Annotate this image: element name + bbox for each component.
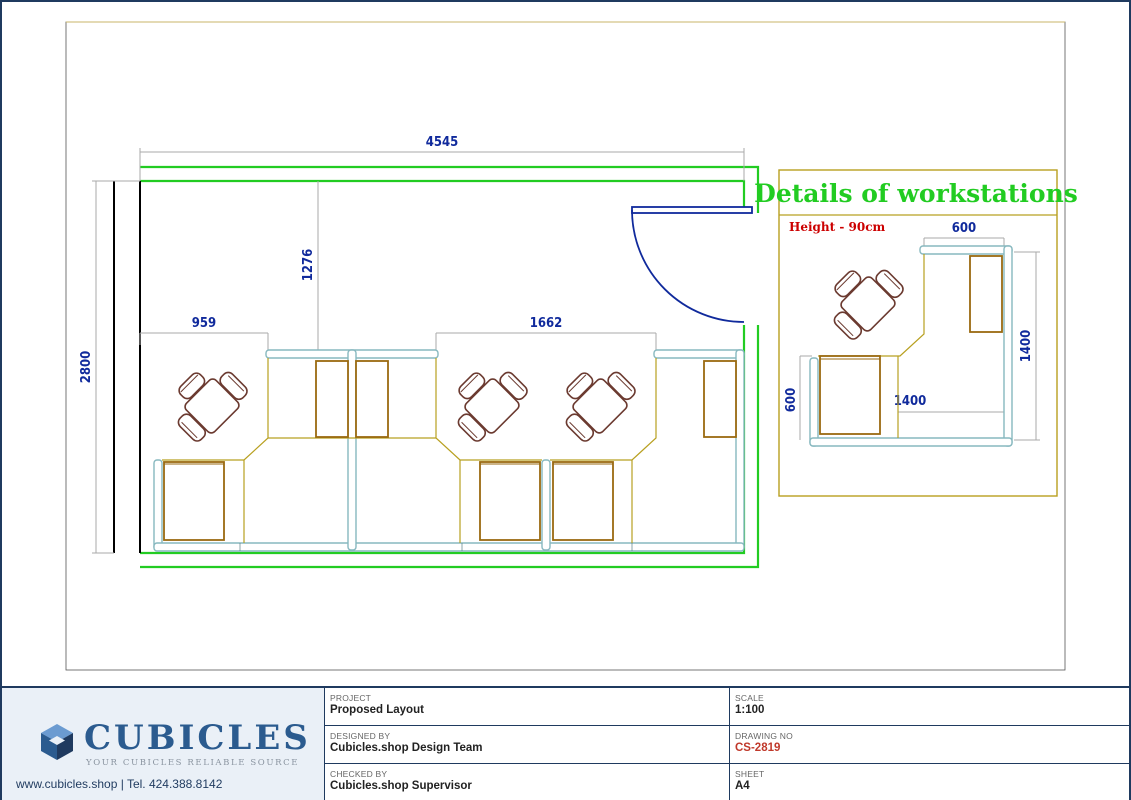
room-walls xyxy=(140,165,760,569)
checked-cell: CHECKED BY Cubicles.shop Supervisor xyxy=(324,764,729,800)
drawing-no-value: CS-2819 xyxy=(735,742,781,754)
scale-value: 1:100 xyxy=(735,704,765,716)
detail-dim-bottom: 1400 xyxy=(894,394,927,409)
detail-box xyxy=(778,169,1058,497)
drawing-no-label: DRAWING NO xyxy=(735,731,793,741)
door xyxy=(631,206,753,323)
floor-plan-drawing: 4545 2800 1276 959 1662 Details of works… xyxy=(65,21,1078,671)
brand-tagline: YOUR CUBICLES RELIABLE SOURCE xyxy=(86,758,300,768)
dim-left-desk: 959 xyxy=(192,316,216,331)
detail-dim-right: 1400 xyxy=(1019,330,1034,363)
drawing-no-cell: DRAWING NO CS-2819 xyxy=(729,726,1129,764)
scale-cell: SCALE 1:100 xyxy=(729,688,1129,726)
left-wall xyxy=(113,181,141,553)
sheet-value: A4 xyxy=(735,780,750,792)
project-value: Proposed Layout xyxy=(330,704,424,716)
designed-cell: DESIGNED BY Cubicles.shop Design Team xyxy=(324,726,729,764)
brand-contact: www.cubicles.shop | Tel. 424.388.8142 xyxy=(16,777,223,791)
designed-label: DESIGNED BY xyxy=(330,731,391,741)
sheet-label: SHEET xyxy=(735,769,765,779)
height-note: Height - 90cm xyxy=(789,220,886,234)
dim-total-width: 4545 xyxy=(426,135,459,150)
sheet-cell: SHEET A4 xyxy=(729,764,1129,800)
detail-dim-top: 600 xyxy=(952,221,976,236)
chairs xyxy=(159,353,642,448)
drawing-border xyxy=(65,21,1066,671)
dim-total-height: 2800 xyxy=(79,351,94,384)
scale-label: SCALE xyxy=(735,693,764,703)
brand-name: CUBICLES xyxy=(84,718,311,758)
title-block: CUBICLES YOUR CUBICLES RELIABLE SOURCE w… xyxy=(2,686,1129,800)
dim-to-desks: 1276 xyxy=(301,249,316,282)
checked-value: Cubicles.shop Supervisor xyxy=(330,780,472,792)
cube-logo-icon xyxy=(41,724,73,760)
checked-label: CHECKED BY xyxy=(330,769,388,779)
detail-dim-left: 600 xyxy=(784,388,799,412)
brand-panel: CUBICLES YOUR CUBICLES RELIABLE SOURCE w… xyxy=(2,688,325,800)
project-label: PROJECT xyxy=(330,693,372,703)
detail-title: Details of workstations xyxy=(754,179,1078,208)
dim-mid-desk: 1662 xyxy=(530,316,563,331)
project-cell: PROJECT Proposed Layout xyxy=(324,688,729,726)
designed-value: Cubicles.shop Design Team xyxy=(330,742,483,754)
